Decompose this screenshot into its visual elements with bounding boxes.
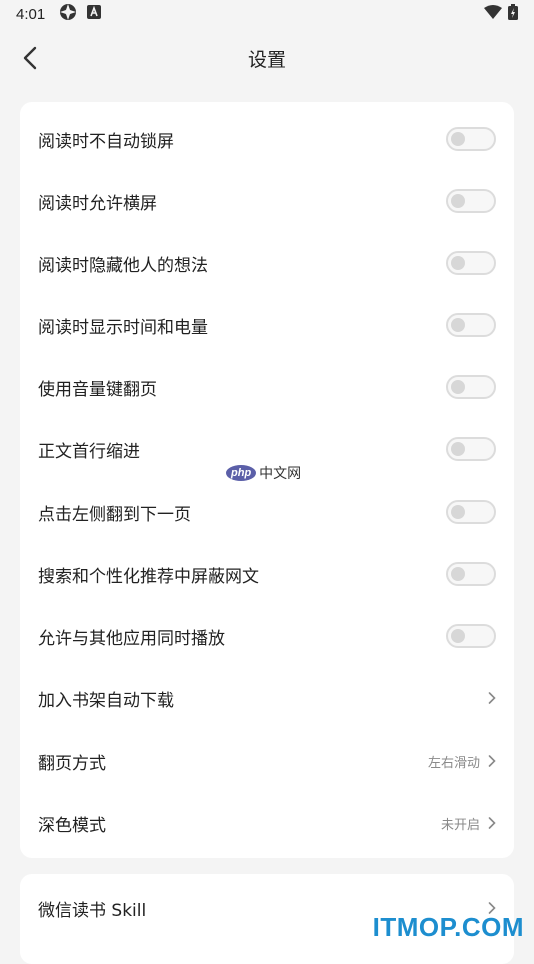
toggle-switch[interactable] — [446, 562, 496, 586]
setting-row-block-web-novels[interactable]: 搜索和个性化推荐中屏蔽网文 — [20, 543, 514, 605]
toggle-switch[interactable] — [446, 189, 496, 213]
setting-row-tap-left-next[interactable]: 点击左侧翻到下一页 — [20, 481, 514, 543]
setting-label: 阅读时允许横屏 — [38, 193, 157, 214]
toggle-switch[interactable] — [446, 313, 496, 337]
setting-label: 使用音量键翻页 — [38, 379, 157, 400]
page-title: 设置 — [247, 48, 286, 71]
setting-label: 深色模式 — [38, 815, 106, 836]
site-watermark: ITMOP.COM — [372, 912, 524, 942]
toggle-knob — [451, 505, 465, 519]
toggle-knob — [451, 629, 465, 643]
setting-row-hide-thoughts[interactable]: 阅读时隐藏他人的想法 — [20, 232, 514, 294]
toggle-switch[interactable] — [446, 375, 496, 399]
app-notification-icon — [87, 5, 102, 23]
setting-row-auto-download[interactable]: 加入书架自动下载 — [20, 667, 514, 729]
setting-row-dark-mode[interactable]: 深色模式 未开启 — [20, 792, 514, 854]
status-time: 4:01 — [16, 5, 46, 23]
setting-label: 微信读书 Skill — [38, 900, 147, 921]
setting-row-page-turn-mode[interactable]: 翻页方式 左右滑动 — [20, 730, 514, 792]
setting-row-first-line-indent[interactable]: 正文首行缩进 — [20, 418, 514, 480]
nav-bar: 设置 — [0, 30, 534, 86]
toggle-knob — [451, 132, 465, 146]
setting-row-allow-landscape[interactable]: 阅读时允许横屏 — [20, 170, 514, 232]
wifi-icon — [484, 5, 502, 23]
chevron-right-icon — [488, 817, 496, 829]
setting-label: 翻页方式 — [38, 753, 106, 774]
setting-label: 阅读时显示时间和电量 — [38, 317, 208, 338]
setting-row-volume-key-flip[interactable]: 使用音量键翻页 — [20, 356, 514, 418]
toggle-switch[interactable] — [446, 251, 496, 275]
setting-row-concurrent-playback[interactable]: 允许与其他应用同时播放 — [20, 605, 514, 667]
settings-card: 阅读时不自动锁屏 阅读时允许横屏 阅读时隐藏他人的想法 阅读时显示时间和电量 使… — [20, 102, 514, 858]
status-right — [484, 4, 518, 24]
toggle-switch[interactable] — [446, 624, 496, 648]
toggle-knob — [451, 442, 465, 456]
setting-row-show-time-battery[interactable]: 阅读时显示时间和电量 — [20, 294, 514, 356]
chevron-right-icon — [488, 692, 496, 704]
chevron-right-icon — [488, 755, 496, 767]
setting-label: 点击左侧翻到下一页 — [38, 504, 191, 525]
toggle-switch[interactable] — [446, 127, 496, 151]
toggle-knob — [451, 318, 465, 332]
setting-label: 正文首行缩进 — [38, 441, 140, 462]
setting-label: 阅读时隐藏他人的想法 — [38, 255, 208, 276]
toggle-knob — [451, 567, 465, 581]
setting-value: 左右滑动 — [427, 755, 480, 771]
status-bar: 4:01 — [0, 0, 534, 28]
sync-icon — [59, 3, 77, 25]
toggle-knob — [451, 256, 465, 270]
toggle-knob — [451, 380, 465, 394]
back-button[interactable] — [14, 42, 46, 74]
toggle-switch[interactable] — [446, 500, 496, 524]
setting-value: 未开启 — [440, 817, 480, 833]
battery-icon — [508, 4, 518, 24]
toggle-knob — [451, 194, 465, 208]
setting-label: 搜索和个性化推荐中屏蔽网文 — [38, 566, 259, 587]
toggle-switch[interactable] — [446, 437, 496, 461]
setting-label: 允许与其他应用同时播放 — [38, 628, 225, 649]
setting-row-no-auto-lock[interactable]: 阅读时不自动锁屏 — [20, 108, 514, 170]
setting-label: 加入书架自动下载 — [38, 690, 174, 711]
chevron-left-icon — [23, 46, 37, 70]
setting-label: 阅读时不自动锁屏 — [38, 131, 174, 152]
